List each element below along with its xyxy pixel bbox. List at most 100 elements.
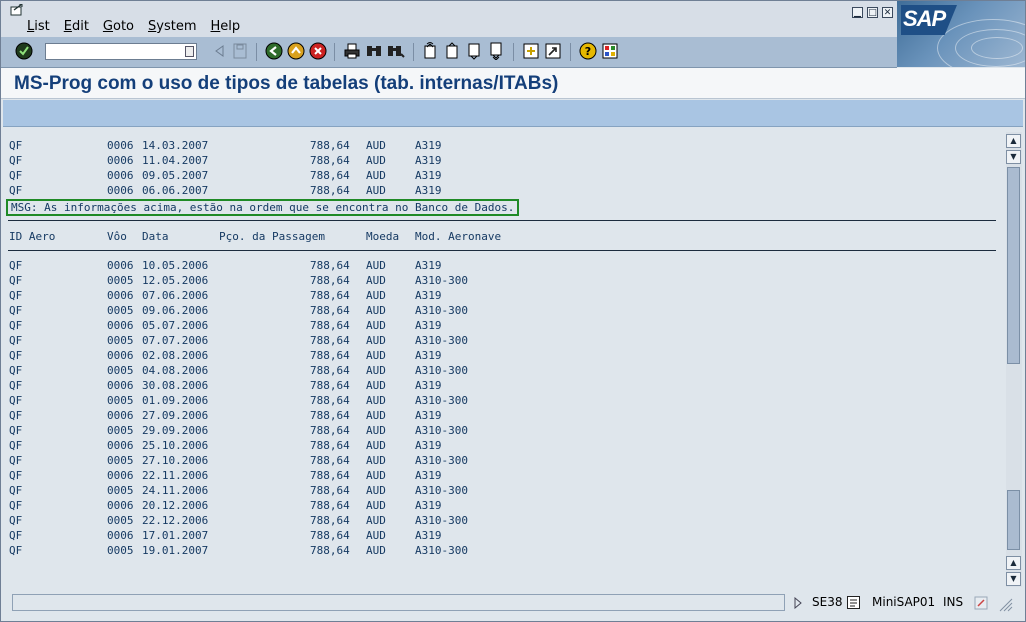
exit-icon[interactable] [287, 42, 305, 60]
cell-voo: 0006 [107, 289, 134, 302]
header-id-aero: ID Aero [9, 230, 56, 243]
standard-toolbar: ? [1, 37, 897, 68]
cell-data: 24.11.2006 [142, 484, 209, 497]
cell-data: 02.08.2006 [142, 349, 209, 362]
scroll-down-button[interactable]: ▼ [1006, 572, 1021, 586]
cell-data: 10.05.2006 [142, 259, 209, 272]
cell-voo: 0005 [107, 484, 134, 497]
scroll-page-down-button[interactable]: ▲ [1006, 556, 1021, 570]
cell-preco: 788,64 [310, 394, 350, 407]
help-icon[interactable]: ? [579, 42, 597, 60]
next-page-icon[interactable] [465, 42, 483, 60]
cell-id-aero: QF [9, 394, 23, 407]
cell-voo: 0006 [107, 529, 134, 542]
first-page-icon[interactable] [421, 42, 439, 60]
cell-voo: 0006 [107, 409, 134, 422]
cell-preco: 788,64 [310, 319, 350, 332]
cell-voo: 0006 [107, 469, 134, 482]
cell-data: 04.08.2006 [142, 364, 209, 377]
menu-list[interactable]: List [27, 19, 50, 34]
cell-data: 25.10.2006 [142, 439, 209, 452]
menu-system[interactable]: System [148, 19, 197, 34]
cell-voo: 0006 [107, 439, 134, 452]
cell-voo: 0005 [107, 364, 134, 377]
cell-preco: 788,64 [310, 184, 350, 197]
cell-preco: 788,64 [310, 544, 350, 557]
cell-moeda: AUD [366, 349, 386, 362]
cell-data: 06.06.2007 [142, 184, 209, 197]
cell-mod-aeronave: A310-300 [415, 484, 468, 497]
cell-id-aero: QF [9, 334, 23, 347]
cell-mod-aeronave: A310-300 [415, 454, 468, 467]
cell-id-aero: QF [9, 424, 23, 437]
cell-preco: 788,64 [310, 349, 350, 362]
cell-voo: 0006 [107, 259, 134, 272]
cell-id-aero: QF [9, 379, 23, 392]
list-output: QF 0006 14.03.2007 788,64 AUD A319 QF 0006 11.04… [3, 130, 1005, 589]
cell-preco: 788,64 [310, 499, 350, 512]
vertical-scrollbar[interactable]: ▲ ▼ ▲ ▼ [1006, 132, 1022, 587]
customize-layout-icon[interactable] [601, 42, 619, 60]
print-icon[interactable] [343, 42, 361, 60]
status-expand-icon[interactable] [793, 597, 803, 609]
shortcut-icon[interactable] [544, 42, 562, 60]
menu-goto[interactable]: Goto [103, 19, 134, 34]
resize-grip-icon[interactable] [996, 595, 1014, 613]
cell-id-aero: QF [9, 289, 23, 302]
cell-mod-aeronave: A319 [415, 499, 442, 512]
cell-voo: 0006 [107, 499, 134, 512]
command-input[interactable] [48, 45, 178, 58]
cell-preco: 788,64 [310, 379, 350, 392]
cell-voo: 0006 [107, 184, 134, 197]
command-field[interactable] [45, 43, 197, 60]
cell-id-aero: QF [9, 544, 23, 557]
last-page-icon[interactable] [487, 42, 505, 60]
cell-id-aero: QF [9, 139, 23, 152]
menu-edit[interactable]: Edit [64, 19, 89, 34]
scroll-thumb[interactable] [1007, 167, 1020, 364]
header-moeda: Moeda [366, 230, 400, 243]
system-menu-icon[interactable] [10, 4, 24, 16]
previous-page-icon[interactable] [443, 42, 461, 60]
scroll-thumb-lower[interactable] [1007, 490, 1020, 550]
cell-data: 17.01.2007 [142, 529, 209, 542]
cancel-icon[interactable] [309, 42, 327, 60]
cell-moeda: AUD [366, 409, 386, 422]
cell-mod-aeronave: A319 [415, 409, 442, 422]
status-bar: SE38 MiniSAP01 INS [1, 589, 1025, 621]
status-info-icon[interactable] [847, 596, 860, 609]
cell-mod-aeronave: A310-300 [415, 274, 468, 287]
find-next-icon[interactable] [387, 42, 405, 60]
command-history-icon[interactable] [185, 46, 194, 57]
cell-voo: 0005 [107, 394, 134, 407]
cell-id-aero: QF [9, 469, 23, 482]
cell-id-aero: QF [9, 454, 23, 467]
scroll-page-up-button[interactable]: ▼ [1006, 150, 1021, 164]
restore-icon: □ [868, 8, 877, 18]
cell-preco: 788,64 [310, 439, 350, 452]
back-icon[interactable] [265, 42, 283, 60]
header-top-rule [8, 220, 996, 221]
new-session-icon[interactable] [522, 42, 540, 60]
menu-help[interactable]: Help [211, 19, 241, 34]
cell-data: 12.05.2006 [142, 274, 209, 287]
cell-preco: 788,64 [310, 274, 350, 287]
status-mode[interactable]: INS [943, 594, 963, 611]
cell-voo: 0006 [107, 379, 134, 392]
cell-moeda: AUD [366, 259, 386, 272]
sap-logo: SAP [897, 1, 1025, 67]
close-button[interactable]: ✕ [882, 7, 893, 18]
minimize-button[interactable]: ▁ [852, 7, 863, 18]
cell-moeda: AUD [366, 154, 386, 167]
find-icon[interactable] [365, 42, 383, 60]
cell-id-aero: QF [9, 499, 23, 512]
menu: List Edit Goto System Help [27, 19, 254, 34]
cell-preco: 788,64 [310, 409, 350, 422]
cell-id-aero: QF [9, 349, 23, 362]
cell-data: 05.07.2006 [142, 319, 209, 332]
cell-voo: 0005 [107, 514, 134, 527]
cell-moeda: AUD [366, 499, 386, 512]
scroll-up-button[interactable]: ▲ [1006, 134, 1021, 148]
restore-button[interactable]: □ [867, 7, 878, 18]
enter-icon[interactable] [15, 42, 33, 60]
